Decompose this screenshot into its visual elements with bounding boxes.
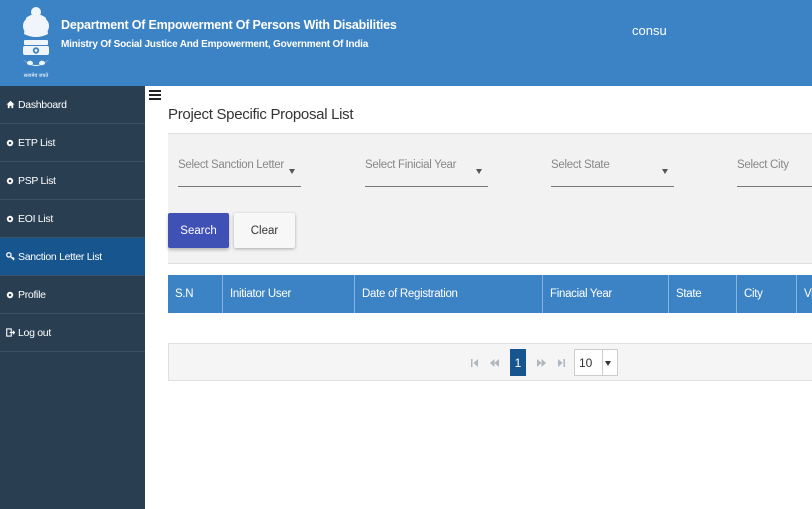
circle-icon — [5, 214, 15, 224]
next-page-icon[interactable] — [533, 349, 549, 376]
header-titles: Department Of Empowerment Of Persons Wit… — [61, 18, 397, 50]
city-select-value: Select City — [737, 159, 789, 171]
sidebar-item-label: PSP List — [18, 174, 56, 187]
chevron-down-icon — [289, 169, 295, 174]
search-button[interactable]: Search — [168, 213, 229, 248]
sidebar-item-eoi-list[interactable]: EOI List — [0, 200, 145, 238]
page-size-select[interactable]: 10 — [574, 349, 618, 376]
circle-icon — [5, 138, 15, 148]
page-size-value: 10 — [579, 355, 593, 370]
page-size-divider — [602, 350, 603, 375]
state-select-value: Select State — [551, 159, 610, 171]
column-header-view[interactable]: Vi — [797, 275, 812, 313]
sidebar-item-label: EOI List — [18, 212, 53, 225]
sidebar-item-dashboard[interactable]: Dashboard — [0, 86, 145, 124]
sidebar-item-label: Log out — [18, 326, 51, 339]
menu-toggle-icon[interactable] — [149, 90, 161, 102]
key-icon — [5, 252, 15, 262]
previous-page-icon[interactable] — [486, 349, 502, 376]
column-header-state[interactable]: State — [669, 275, 737, 313]
page-title: Project Specific Proposal List — [168, 106, 354, 123]
chevron-down-icon — [605, 361, 611, 366]
user-name[interactable]: consu — [632, 23, 667, 38]
sidebar-item-label: Dashboard — [18, 98, 67, 111]
column-header-initiator-user[interactable]: Initiator User — [223, 275, 355, 313]
financial-year-select[interactable]: Select Finicial Year — [365, 159, 488, 187]
sidebar-item-label: Profile — [18, 288, 46, 301]
national-emblem-icon: सत्यमेव जयते — [22, 7, 50, 79]
column-header-date-of-registration[interactable]: Date of Registration — [355, 275, 543, 313]
sidebar-item-profile[interactable]: Profile — [0, 276, 145, 314]
sidebar-item-log-out[interactable]: Log out — [0, 314, 145, 352]
sanction-letter-select[interactable]: Select Sanction Letter — [178, 159, 301, 187]
sidebar-item-label: ETP List — [18, 136, 56, 149]
first-page-icon[interactable] — [468, 349, 480, 376]
sidebar-item-label: Sanction Letter List — [18, 250, 102, 263]
financial-year-select-value: Select Finicial Year — [365, 159, 457, 171]
ministry-title: Ministry Of Social Justice And Empowerme… — [61, 39, 369, 50]
circle-icon — [5, 176, 15, 186]
current-page-button[interactable]: 1 — [510, 349, 526, 376]
column-header-financial-year[interactable]: Finacial Year — [543, 275, 669, 313]
last-page-icon[interactable] — [555, 349, 567, 376]
chevron-down-icon — [476, 169, 482, 174]
clear-button[interactable]: Clear — [234, 213, 295, 248]
emblem-caption: सत्यमेव जयते — [24, 72, 49, 79]
logout-icon — [5, 328, 15, 338]
sanction-letter-select-value: Select Sanction Letter — [178, 159, 284, 171]
circle-icon — [5, 290, 15, 300]
city-select[interactable]: Select City — [737, 159, 812, 187]
sidebar-item-psp-list[interactable]: PSP List — [0, 162, 145, 200]
pagination-bar: 1 10 — [168, 343, 812, 381]
home-icon — [5, 100, 15, 110]
table-header: S.N Initiator User Date of Registration … — [168, 275, 812, 313]
department-title: Department Of Empowerment Of Persons Wit… — [61, 18, 397, 32]
column-header-sn[interactable]: S.N — [168, 275, 223, 313]
sidebar-item-sanction-letter-list[interactable]: Sanction Letter List — [0, 238, 145, 276]
sidebar: Dashboard ETP List PSP List EOI List San… — [0, 86, 145, 509]
chevron-down-icon — [662, 169, 668, 174]
sidebar-item-etp-list[interactable]: ETP List — [0, 124, 145, 162]
state-select[interactable]: Select State — [551, 159, 674, 187]
app-header: सत्यमेव जयते Department Of Empowerment O… — [0, 0, 812, 86]
filter-panel: Select Sanction Letter Select Finicial Y… — [168, 133, 812, 264]
column-header-city[interactable]: City — [737, 275, 797, 313]
